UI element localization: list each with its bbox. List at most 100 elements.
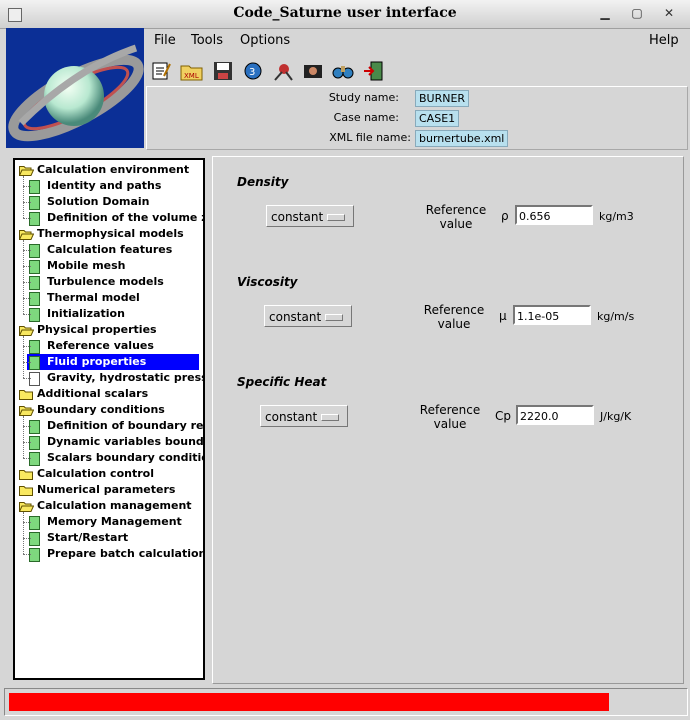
save-icon[interactable] <box>212 60 234 82</box>
tree-item-label: Definition of the volume zones <box>47 211 203 224</box>
tree-item-label: Gravity, hydrostatic pressure <box>47 371 203 384</box>
document-icon <box>29 548 40 562</box>
density-reference-label: Reference value <box>425 203 487 231</box>
tree-connector <box>23 362 31 363</box>
tree-item[interactable]: Calculation features <box>27 242 199 258</box>
tree-item[interactable]: Numerical parameters <box>17 482 199 498</box>
tree-item[interactable]: Fluid properties <box>27 354 199 370</box>
tree-item-label: Start/Restart <box>47 531 129 544</box>
document-icon <box>29 260 40 274</box>
tree-item-label: Physical properties <box>37 323 157 336</box>
tree-connector <box>23 266 31 267</box>
tree-item[interactable]: Solution Domain <box>27 194 199 210</box>
specific-heat-mode-select[interactable]: constant <box>260 405 348 427</box>
toolbar: XML 3 <box>146 58 396 84</box>
viscosity-reference-label: Reference value <box>423 303 485 331</box>
tree-item[interactable]: Thermophysical models <box>17 226 199 242</box>
combo-arrow-icon <box>327 214 345 221</box>
document-icon <box>29 180 40 194</box>
tree-item[interactable]: Turbulence models <box>27 274 199 290</box>
binoculars-icon[interactable] <box>332 60 354 82</box>
density-unit: kg/m3 <box>599 210 634 223</box>
minimize-icon[interactable]: ▁ <box>598 6 612 20</box>
tree-item[interactable]: Mobile mesh <box>27 258 199 274</box>
tree-connector <box>23 554 31 555</box>
folder-open-icon <box>18 500 35 512</box>
viscosity-mode-value: constant <box>269 310 322 324</box>
progress-bar <box>9 693 609 711</box>
title-bar: Code_Saturne user interface ▁ ▢ ✕ <box>0 0 690 29</box>
document-icon <box>29 340 40 354</box>
close-icon[interactable]: ✕ <box>662 6 676 20</box>
new-file-icon[interactable] <box>150 60 172 82</box>
specific-heat-mode-value: constant <box>265 410 318 424</box>
tree-item[interactable]: Calculation environment <box>17 162 199 178</box>
tree-item-label: Calculation control <box>37 467 154 480</box>
document-icon <box>29 292 40 306</box>
menu-file[interactable]: File <box>154 33 176 48</box>
tree-item[interactable]: Initialization <box>27 306 199 322</box>
menu-tools[interactable]: Tools <box>191 33 223 48</box>
satellite-icon[interactable] <box>272 60 294 82</box>
tree-item-label: Additional scalars <box>37 387 149 400</box>
tree-connector <box>23 378 31 379</box>
menu-options[interactable]: Options <box>240 33 290 48</box>
tree-item-label: Definition of boundary regions <box>47 419 204 432</box>
tree-item-label: Turbulence models <box>47 275 164 288</box>
tree-item-label: Memory Management <box>47 515 182 528</box>
svg-text:3: 3 <box>249 67 255 78</box>
combo-arrow-icon <box>321 414 339 421</box>
tree-item-label: Calculation management <box>37 499 192 512</box>
tree-connector <box>23 176 24 218</box>
tree-item[interactable]: Scalars boundary conditions <box>27 450 203 466</box>
density-symbol: ρ <box>501 209 509 223</box>
tree-item[interactable]: Gravity, hydrostatic pressure <box>27 370 203 386</box>
document-icon <box>29 212 40 226</box>
navigation-tree: Calculation environment Identity and path… <box>13 158 205 680</box>
specific-heat-reference-label: Reference value <box>419 403 481 431</box>
xml-file-value: burnertube.xml <box>415 130 509 147</box>
density-mode-select[interactable]: constant <box>266 205 354 227</box>
tree-item[interactable]: Boundary conditions <box>17 402 199 418</box>
specific-heat-value-input[interactable]: 2220.0 <box>516 405 594 425</box>
tree-item[interactable]: Reference values <box>27 338 199 354</box>
tree-item[interactable]: Additional scalars <box>17 386 199 402</box>
specific-heat-title: Specific Heat <box>237 375 327 389</box>
menubar: File Tools Options Help <box>146 30 686 52</box>
tree-item-label: Thermal model <box>47 291 140 304</box>
tree-item[interactable]: Start/Restart <box>27 530 199 546</box>
density-value-input[interactable]: 0.656 <box>515 205 593 225</box>
tree-item[interactable]: Physical properties <box>17 322 199 338</box>
tree-connector <box>23 336 24 378</box>
folder-open-icon <box>18 164 35 176</box>
tree-item[interactable]: Identity and paths <box>27 178 199 194</box>
open-xml-icon[interactable]: XML <box>180 60 203 82</box>
tree-item[interactable]: Calculation control <box>17 466 199 482</box>
exit-icon[interactable] <box>362 60 384 82</box>
tree-item-label: Identity and paths <box>47 179 162 192</box>
status-bar <box>4 688 688 716</box>
tree-item-label: Initialization <box>47 307 125 320</box>
tree-item[interactable]: Definition of the volume zones <box>27 210 203 226</box>
tree-item-label: Scalars boundary conditions <box>47 451 203 464</box>
viscosity-symbol: μ <box>499 309 507 323</box>
tree-connector <box>23 250 31 251</box>
tree-item[interactable]: Prepare batch calculation <box>27 546 203 562</box>
tree-item[interactable]: Calculation management <box>17 498 199 514</box>
viscosity-mode-select[interactable]: constant <box>264 305 352 327</box>
tree-item[interactable]: Memory Management <box>27 514 199 530</box>
menu-help[interactable]: Help <box>649 33 679 48</box>
saturn-logo <box>6 28 144 148</box>
tree-item[interactable]: Dynamic variables bound. cond. <box>27 434 203 450</box>
tree-item[interactable]: Thermal model <box>27 290 199 306</box>
folder-open-icon <box>18 404 35 416</box>
tree-item[interactable]: Definition of boundary regions <box>27 418 203 434</box>
run-icon[interactable]: 3 <box>242 60 264 82</box>
maximize-icon[interactable]: ▢ <box>630 6 644 20</box>
document-icon <box>29 372 40 386</box>
camera-icon[interactable] <box>302 60 324 82</box>
tree-connector <box>23 346 31 347</box>
document-icon <box>29 244 40 258</box>
viscosity-value-input[interactable]: 1.1e-05 <box>513 305 591 325</box>
tree-item-label: Reference values <box>47 339 154 352</box>
